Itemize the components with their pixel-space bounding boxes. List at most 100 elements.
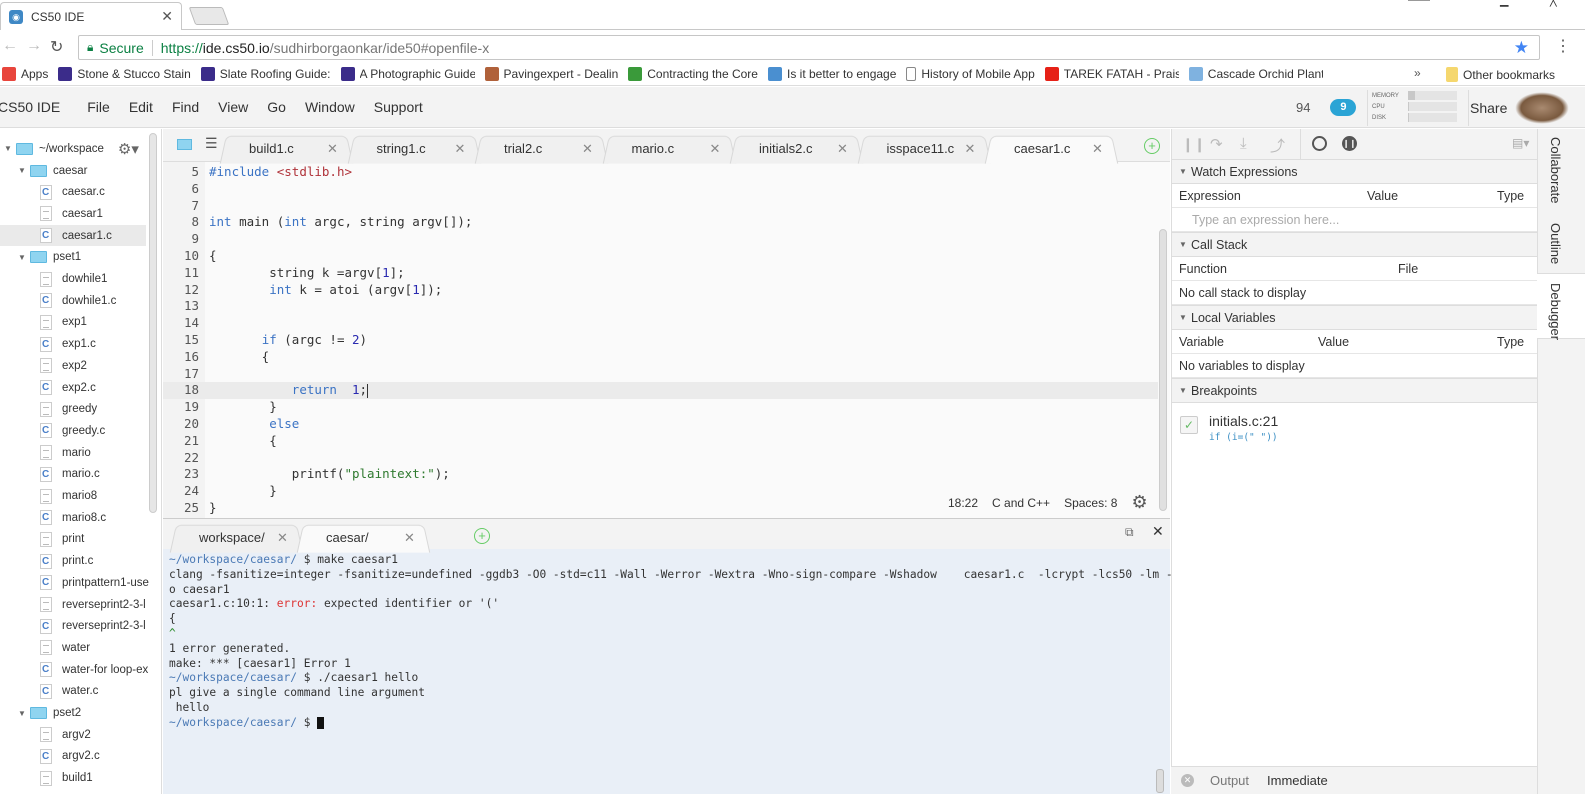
terminal-output[interactable]: ~/workspace/caesar/ $ make caesar1 clang … [169, 553, 1173, 731]
tree-file[interactable]: Cprint.c [40, 551, 93, 572]
back-icon[interactable]: ← [2, 37, 18, 55]
code-line[interactable]: 14 [163, 315, 1158, 332]
new-tab-button[interactable] [188, 7, 230, 25]
terminal-tab[interactable]: caesar/ ✕ [300, 524, 426, 551]
watch-expression-input[interactable]: Type an expression here... [1172, 208, 1538, 232]
chrome-menu-icon[interactable]: ⋮ [1555, 36, 1571, 56]
maximize-icon[interactable]: ⧉ [1125, 525, 1134, 540]
close-tab-icon[interactable]: ✕ [1092, 141, 1103, 157]
cloud-badge-icon[interactable]: 9 [1330, 99, 1357, 116]
code-line[interactable]: 19 } [163, 399, 1158, 416]
outline-list-icon[interactable]: ☰ [205, 135, 218, 152]
new-terminal-tab-icon[interactable]: + [474, 528, 490, 544]
tree-root[interactable]: ▼ ~/workspace ⚙▾ [4, 138, 139, 159]
close-tab-icon[interactable]: ✕ [582, 141, 593, 157]
clear-icon[interactable]: ✕ [1181, 774, 1194, 787]
tree-file[interactable]: caesar1 [40, 203, 103, 224]
folder-icon[interactable] [177, 139, 192, 150]
editor-scrollbar[interactable] [1159, 229, 1167, 511]
output-tab[interactable]: Output [1210, 773, 1249, 788]
bookmark-item[interactable]: Cascade Orchid Plant [1188, 66, 1323, 81]
code-line[interactable]: 7 [163, 198, 1158, 215]
breakpoint-checkbox[interactable]: ✓ [1180, 416, 1198, 434]
tree-folder[interactable]: ▼ pset2 [18, 703, 81, 724]
tree-file[interactable]: Cexp1.c [40, 334, 96, 355]
tree-file[interactable]: dowhile1 [40, 269, 107, 290]
bookmark-item[interactable]: Pavingexpert - Dealin [484, 66, 618, 81]
code-line[interactable]: 22 [163, 450, 1158, 467]
step-out-icon[interactable]: ⤴ [1270, 135, 1285, 156]
tree-file[interactable]: Creverseprint2-3-l [40, 616, 146, 637]
bookmark-item[interactable]: TAREK FATAH - Praisin [1044, 66, 1179, 81]
more-bookmarks-button[interactable]: » [1414, 66, 1421, 80]
tree-folder[interactable]: ▼ pset1 [18, 247, 81, 268]
debugger-tab[interactable]: Debugger [1548, 283, 1563, 340]
tree-folder[interactable]: ▼ caesar [18, 160, 88, 181]
language-mode[interactable]: C and C++ [992, 496, 1050, 510]
menu-support[interactable]: Support [374, 99, 423, 115]
tree-file[interactable]: exp2 [40, 355, 87, 376]
code-area[interactable]: 5 #include <stdlib.h> 6 7 8 int main (int arg… [163, 164, 1158, 517]
address-bar[interactable]: 🔒︎ Secure https:// ide.cs50.io /sudhirbo… [78, 35, 1540, 60]
pause-on-exception-icon[interactable]: ❙❙ [1342, 136, 1357, 151]
other-bookmarks[interactable]: Other bookmarks [1446, 67, 1555, 82]
tree-file[interactable]: exp1 [40, 312, 87, 333]
tree-file[interactable]: Cexp2.c [40, 377, 96, 398]
close-tab-icon[interactable]: ✕ [710, 141, 721, 157]
bookmark-item[interactable]: Is it better to engage [767, 66, 896, 81]
menu-find[interactable]: Find [172, 99, 199, 115]
settings-gear-icon[interactable]: ⚙ [1131, 492, 1147, 513]
terminal-scrollbar[interactable] [1156, 769, 1164, 793]
code-line[interactable]: 13 [163, 298, 1158, 315]
bookmark-item[interactable]: History of Mobile App [906, 66, 1035, 81]
tree-file[interactable]: Cgreedy.c [40, 420, 105, 441]
code-line[interactable]: 23 printf("plaintext:"); [163, 466, 1158, 483]
bookmark-star-icon[interactable]: ★ [1514, 38, 1529, 58]
tree-file[interactable]: Cwater-for loop-ex [40, 659, 148, 680]
tree-scrollbar[interactable] [149, 133, 157, 513]
code-line[interactable]: 20 else [163, 416, 1158, 433]
bookmark-item[interactable]: Apps [2, 66, 48, 81]
close-tab-icon[interactable]: ✕ [965, 141, 976, 157]
tree-file[interactable]: build1 [40, 768, 93, 789]
cursor-position[interactable]: 18:22 [948, 496, 978, 510]
tree-file[interactable]: Ccaesar.c [40, 182, 105, 203]
bookmark-item[interactable]: Contracting the Core [628, 66, 758, 81]
close-window-icon[interactable]: ╳ [1550, 0, 1557, 7]
menu-view[interactable]: View [218, 99, 248, 115]
bookmark-item[interactable]: Stone & Stucco Stain [58, 66, 191, 81]
indent-setting[interactable]: Spaces: 8 [1064, 496, 1117, 510]
immediate-tab[interactable]: Immediate [1267, 773, 1328, 788]
expand-icon[interactable]: ▼ [18, 709, 30, 718]
tree-file[interactable]: argv2 [40, 724, 91, 745]
editor-tab[interactable]: caesar1.c ✕ [988, 135, 1114, 162]
code-line[interactable]: 8 int main (int argc, string argv[]); [163, 214, 1158, 231]
tree-file[interactable]: water [40, 637, 90, 658]
share-button[interactable]: Share [1470, 100, 1507, 116]
breakpoints-header[interactable]: ▼ Breakpoints [1172, 378, 1538, 403]
expand-icon[interactable]: ▼ [18, 166, 30, 175]
ide-brand[interactable]: CS50 IDE [0, 99, 60, 115]
collaborate-tab[interactable]: Collaborate [1548, 137, 1563, 204]
tree-file[interactable]: mario [40, 442, 91, 463]
call-stack-header[interactable]: ▼ Call Stack [1172, 232, 1538, 257]
code-line[interactable]: 5 #include <stdlib.h> [163, 164, 1158, 181]
code-line[interactable]: 16 { [163, 349, 1158, 366]
avatar[interactable] [1515, 92, 1569, 124]
reload-icon[interactable]: ↻ [50, 37, 63, 57]
terminal-tab[interactable]: workspace/ ✕ [173, 524, 299, 551]
forward-icon[interactable]: → [26, 37, 42, 55]
resume-icon[interactable]: ❙❙ [1182, 136, 1205, 153]
tree-file[interactable]: Cwater.c [40, 681, 98, 702]
tree-file[interactable]: Cargv2.c [40, 746, 100, 767]
editor-tab[interactable]: isspace11.c ✕ [861, 135, 987, 162]
tree-file[interactable]: Cdowhile1.c [40, 290, 116, 311]
code-line[interactable]: 10 { [163, 248, 1158, 265]
breakpoint-file[interactable]: initials.c:21 [1209, 413, 1278, 429]
tree-file[interactable]: Cmario8.c [40, 507, 106, 528]
bookmark-item[interactable]: A Photographic Guide [340, 66, 475, 81]
close-tab-icon[interactable]: ✕ [455, 141, 466, 157]
close-tab-icon[interactable]: ✕ [161, 8, 173, 25]
code-line[interactable]: 6 [163, 181, 1158, 198]
editor-tab[interactable]: build1.c ✕ [223, 135, 349, 162]
